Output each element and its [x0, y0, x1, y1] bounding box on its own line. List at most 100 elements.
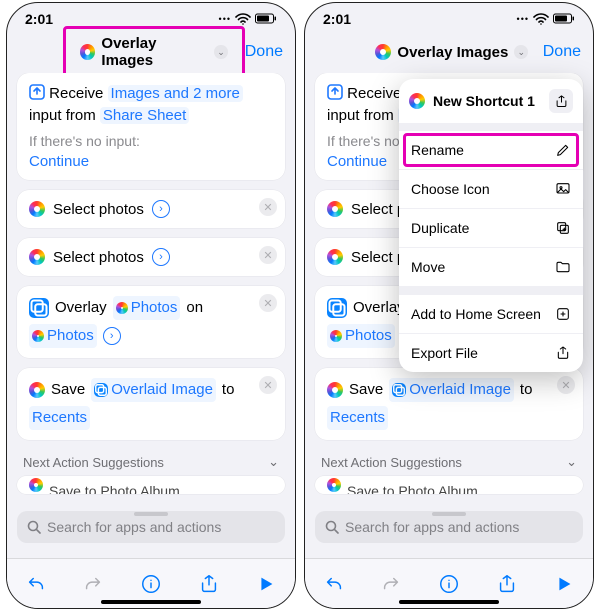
to-word: to — [520, 378, 533, 402]
select-photos-action-1[interactable]: Select photos › ✕ — [17, 190, 285, 228]
photos-app-icon — [327, 382, 343, 398]
popover-title: New Shortcut 1 — [433, 93, 541, 109]
suggestions-label: Next Action Suggestions — [23, 455, 164, 470]
share-button[interactable] — [495, 572, 519, 596]
overlay-target-token[interactable]: Photos — [327, 324, 395, 348]
status-time: 2:01 — [323, 11, 351, 27]
sheet-grabber[interactable] — [432, 512, 466, 516]
expand-chevron-icon[interactable]: › — [103, 327, 121, 345]
photos-app-icon — [29, 201, 45, 217]
popover-share-button[interactable] — [549, 89, 573, 113]
menu-label: Export File — [411, 345, 478, 361]
menu-choose-icon[interactable]: Choose Icon — [399, 169, 583, 208]
no-input-label: If there's no input: — [29, 133, 273, 149]
menu-move[interactable]: Move — [399, 247, 583, 286]
remove-action-button[interactable]: ✕ — [259, 246, 277, 264]
sheet-grabber[interactable] — [134, 512, 168, 516]
suggestion-item[interactable]: Save to Photo Album — [315, 476, 583, 494]
receive-input-card[interactable]: Receive Images and 2 more input from Sha… — [17, 73, 285, 180]
menu-rename[interactable]: Rename — [399, 131, 583, 169]
chevron-down-icon: ⌄ — [566, 454, 577, 470]
input-from-label: input from — [327, 107, 394, 124]
redo-button[interactable] — [81, 572, 105, 596]
photos-mini-icon — [116, 302, 128, 314]
search-icon — [27, 520, 41, 534]
chevron-down-icon: ⌄ — [514, 45, 528, 59]
menu-duplicate[interactable]: Duplicate — [399, 208, 583, 247]
no-input-action[interactable]: Continue — [29, 153, 273, 170]
overlay-word: Overlay — [55, 296, 107, 320]
done-button[interactable]: Done — [245, 43, 283, 61]
search-placeholder: Search for apps and actions — [345, 519, 519, 535]
suggestion-item[interactable]: Save to Photo Album — [17, 476, 285, 494]
save-album-token[interactable]: Recents — [327, 406, 388, 430]
share-button[interactable] — [197, 572, 221, 596]
photos-mini-icon — [32, 330, 44, 342]
home-indicator[interactable] — [399, 600, 499, 604]
shortcut-title: Overlay Images — [101, 35, 208, 69]
cellular-dots-icon: ••• — [219, 14, 231, 24]
remove-action-button[interactable]: ✕ — [259, 376, 277, 394]
receive-types-token[interactable]: Images and 2 more — [108, 85, 243, 102]
shortcuts-app-icon — [409, 93, 425, 109]
suggestions-label: Next Action Suggestions — [321, 455, 462, 470]
overlay-mini-icon — [94, 383, 108, 397]
wifi-icon — [235, 13, 251, 25]
phone-screenshot-right: 2:01 ••• Overlay Images ⌄ Done — [304, 2, 594, 609]
receive-source-token[interactable]: Share Sheet — [100, 107, 189, 124]
menu-export-file[interactable]: Export File — [399, 333, 583, 372]
folder-icon — [555, 259, 571, 275]
shortcut-title-button[interactable]: Overlay Images ⌄ — [72, 31, 236, 73]
photos-app-icon — [29, 382, 45, 398]
shortcut-title: Overlay Images — [397, 44, 508, 61]
select-photos-action-2[interactable]: Select photos › ✕ — [17, 238, 285, 276]
status-bar: 2:01 ••• — [305, 3, 593, 31]
undo-button[interactable] — [24, 572, 48, 596]
run-button[interactable] — [552, 572, 576, 596]
workflow-content: Receive Images and 2 more input from Sha… — [7, 73, 295, 503]
remove-action-button[interactable]: ✕ — [259, 294, 277, 312]
shortcut-title-button[interactable]: Overlay Images ⌄ — [367, 40, 536, 65]
expand-chevron-icon[interactable]: › — [152, 200, 170, 218]
menu-label: Rename — [411, 142, 464, 158]
input-arrow-icon — [327, 84, 343, 100]
expand-chevron-icon[interactable]: › — [152, 248, 170, 266]
popover-separator — [399, 286, 583, 294]
remove-action-button[interactable]: ✕ — [557, 376, 575, 394]
info-button[interactable] — [437, 572, 461, 596]
chevron-down-icon: ⌄ — [214, 45, 227, 59]
photos-app-icon — [29, 249, 45, 265]
run-button[interactable] — [254, 572, 278, 596]
done-button[interactable]: Done — [543, 43, 581, 61]
status-time: 2:01 — [25, 11, 53, 27]
status-indicators: ••• — [219, 13, 277, 25]
menu-label: Move — [411, 259, 445, 275]
save-action[interactable]: Save Overlaid Image to Recents ✕ — [17, 368, 285, 440]
home-indicator[interactable] — [101, 600, 201, 604]
photos-mini-icon — [29, 478, 43, 492]
save-action[interactable]: Save Overlaid Image to Recents ✕ — [315, 368, 583, 440]
suggestions-header[interactable]: Next Action Suggestions ⌄ — [17, 450, 285, 476]
duplicate-icon — [555, 220, 571, 236]
menu-label: Choose Icon — [411, 181, 490, 197]
suggestion-text: Save to Photo Album — [347, 483, 478, 494]
suggestions-header[interactable]: Next Action Suggestions ⌄ — [315, 450, 583, 476]
photos-app-icon — [327, 249, 343, 265]
save-word: Save — [51, 378, 85, 402]
save-album-token[interactable]: Recents — [29, 406, 90, 430]
on-word: on — [186, 296, 203, 320]
battery-icon — [255, 13, 277, 25]
info-button[interactable] — [139, 572, 163, 596]
remove-action-button[interactable]: ✕ — [259, 198, 277, 216]
add-to-home-icon — [555, 306, 571, 322]
save-source-token[interactable]: Overlaid Image — [91, 378, 216, 402]
redo-button[interactable] — [379, 572, 403, 596]
menu-add-to-home[interactable]: Add to Home Screen — [399, 294, 583, 333]
overlay-action[interactable]: Overlay Photos on Photos › ✕ — [17, 286, 285, 358]
save-word: Save — [349, 378, 383, 402]
overlay-mini-icon — [392, 383, 406, 397]
undo-button[interactable] — [322, 572, 346, 596]
save-source-token[interactable]: Overlaid Image — [389, 378, 514, 402]
overlay-source-token[interactable]: Photos — [113, 296, 181, 320]
overlay-target-token[interactable]: Photos — [29, 324, 97, 348]
